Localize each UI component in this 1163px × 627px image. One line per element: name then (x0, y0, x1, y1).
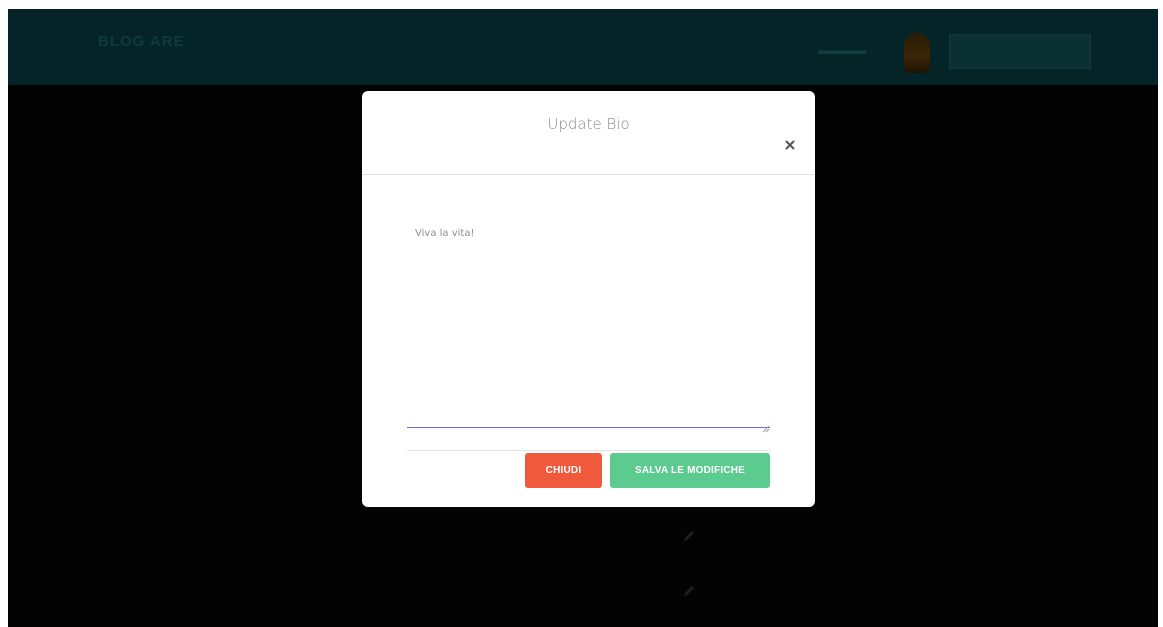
update-bio-modal: Update Bio CHIUDI SALVA LE MODIFICHE (362, 91, 815, 507)
bio-textarea[interactable] (407, 222, 770, 428)
close-button[interactable]: CHIUDI (525, 453, 602, 488)
navbar-search-input[interactable] (949, 34, 1091, 69)
edit-pencil-icon (682, 584, 696, 598)
save-changes-button[interactable]: SALVA LE MODIFICHE (610, 453, 770, 488)
close-icon[interactable] (782, 137, 798, 153)
modal-footer-divider (407, 450, 770, 451)
modal-header: Update Bio (362, 91, 815, 175)
nav-link[interactable]: ▬▬▬▬ (818, 43, 866, 57)
resize-handle-icon[interactable] (762, 418, 770, 433)
edit-pencil-icon (682, 529, 696, 543)
modal-title: Update Bio (547, 115, 630, 133)
avatar[interactable] (904, 33, 930, 73)
brand-logo[interactable]: BLOG ARE (98, 33, 185, 50)
navbar: BLOG ARE ▬▬▬▬ (8, 9, 1158, 85)
